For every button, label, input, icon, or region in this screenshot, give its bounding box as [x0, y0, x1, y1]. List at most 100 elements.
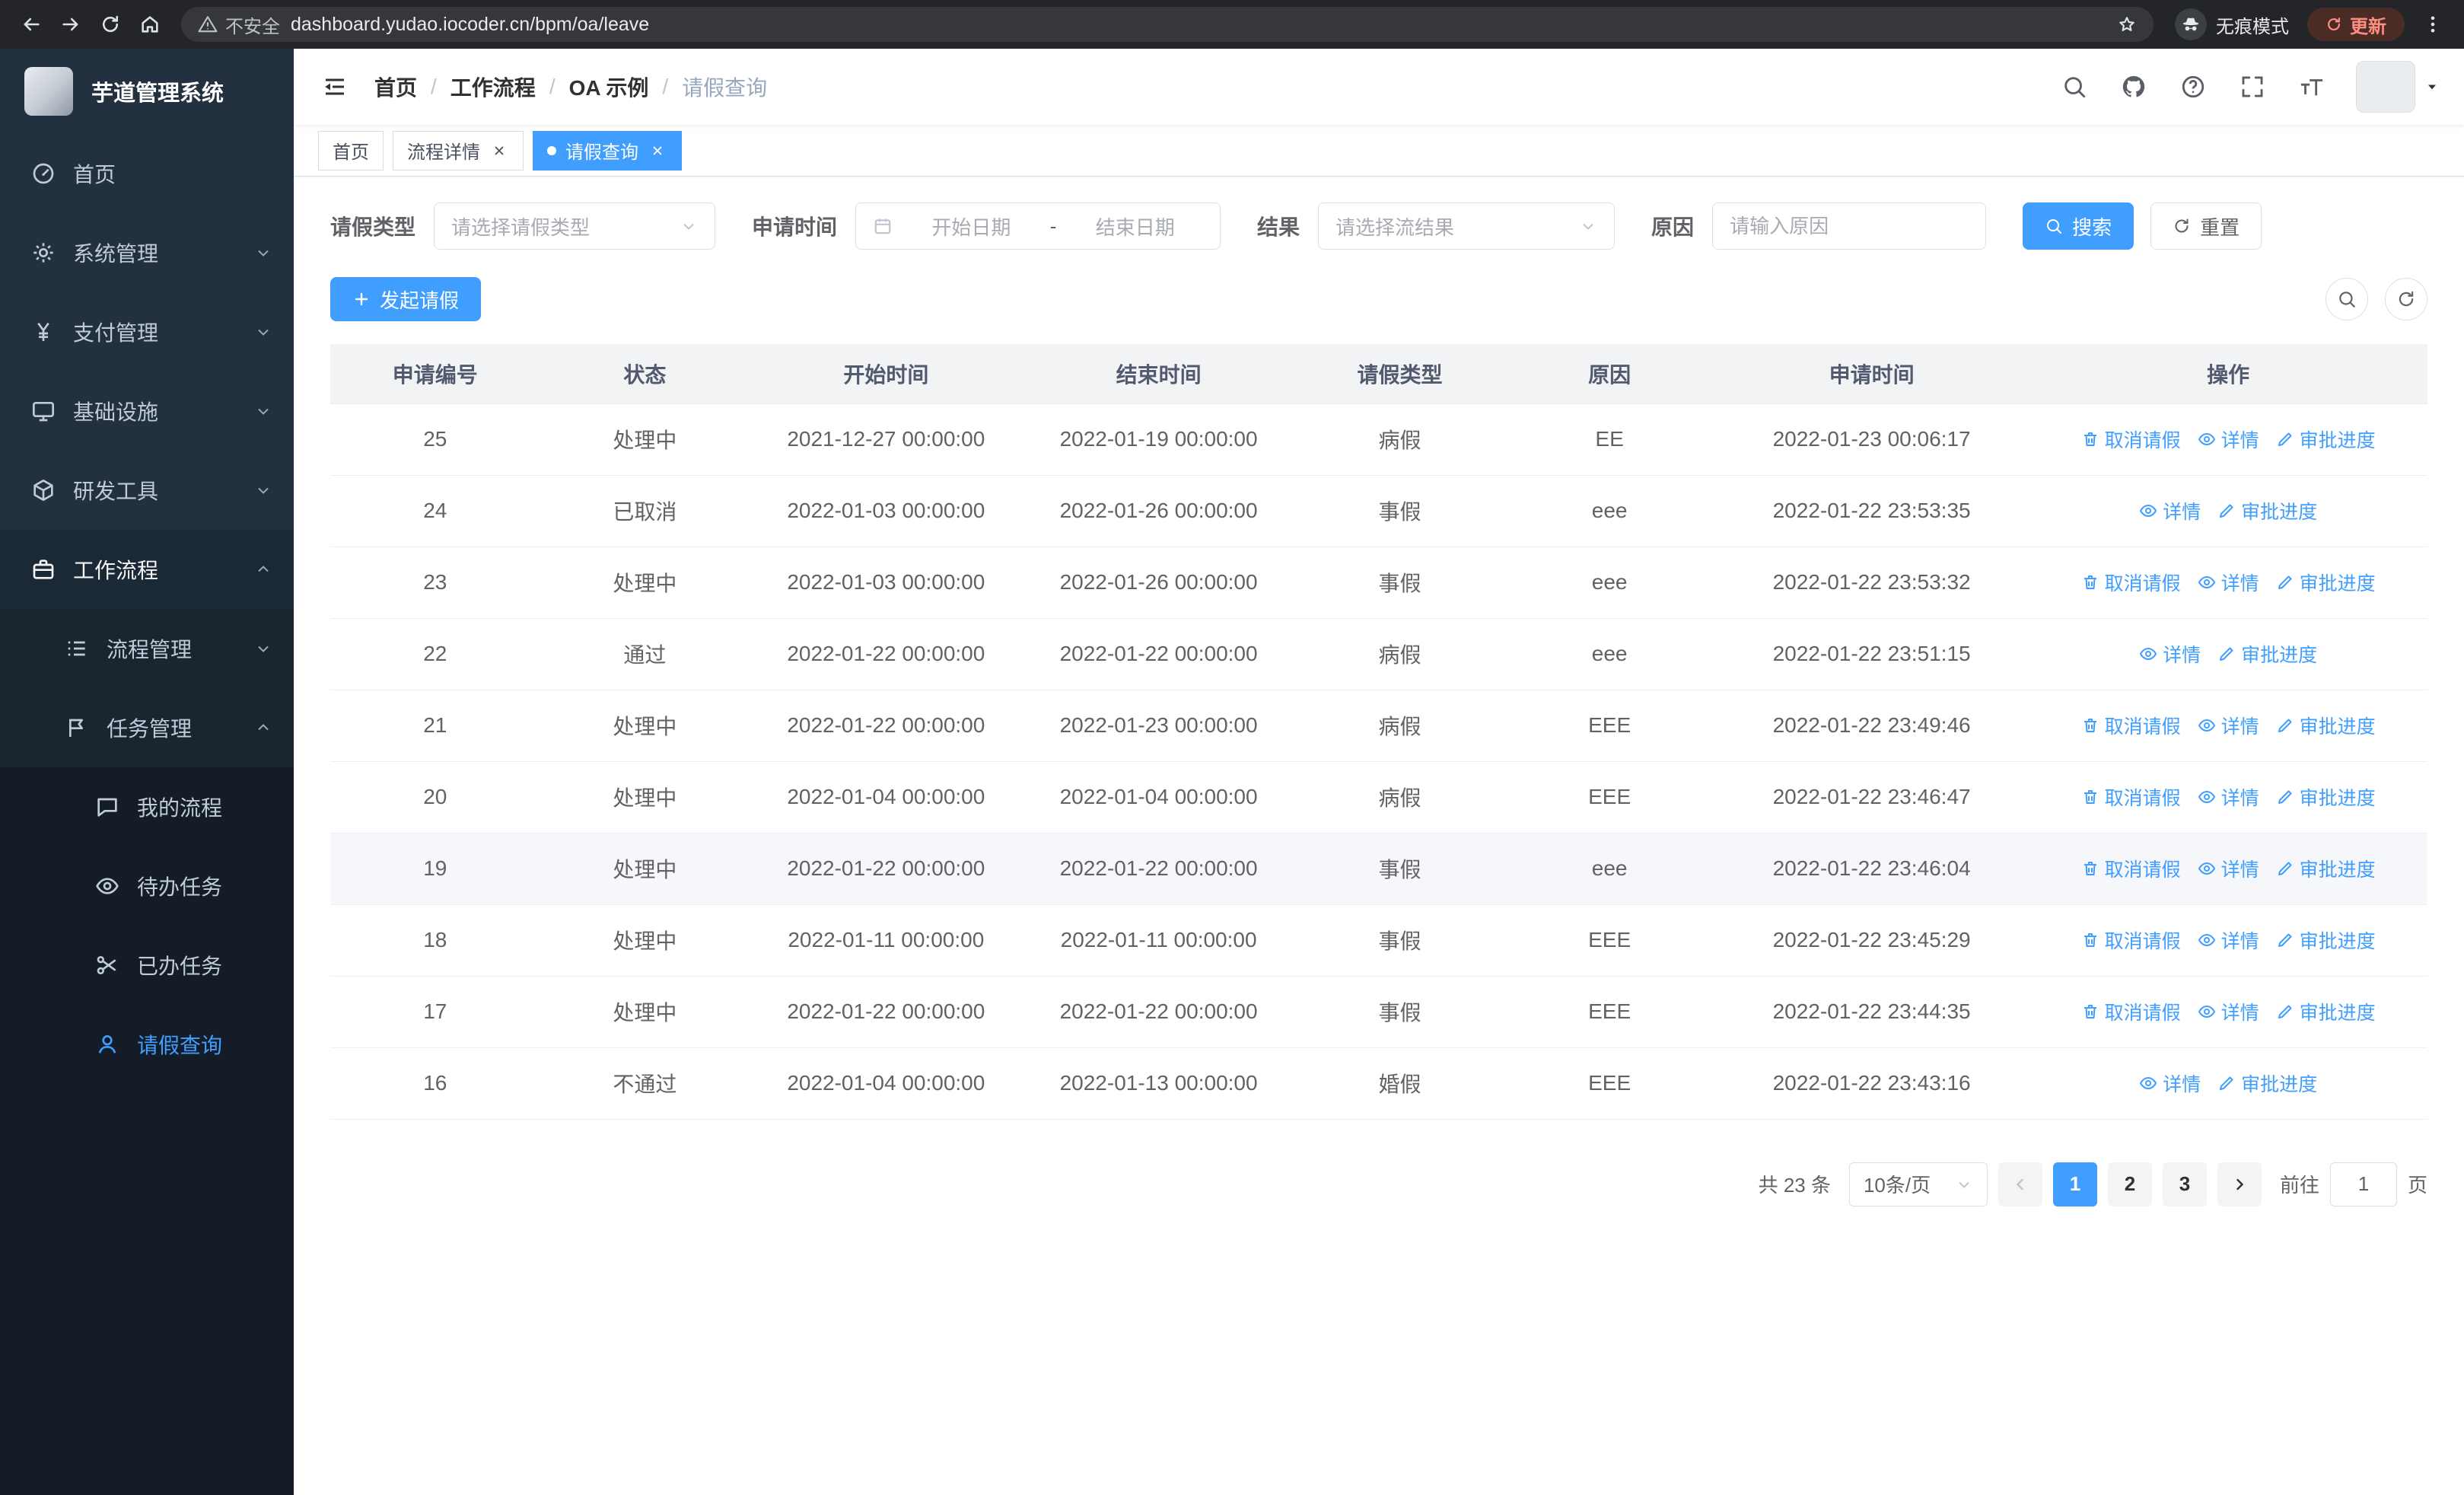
- action-cancel-link[interactable]: 取消请假: [2081, 783, 2181, 811]
- action-progress-link[interactable]: 审批进度: [2276, 426, 2376, 453]
- action-progress-link[interactable]: 审批进度: [2276, 569, 2376, 596]
- github-icon[interactable]: [2119, 72, 2149, 102]
- action-cancel-link[interactable]: 取消请假: [2081, 998, 2181, 1025]
- action-detail-link[interactable]: 详情: [2139, 640, 2201, 668]
- action-progress-link[interactable]: 审批进度: [2276, 783, 2376, 811]
- leave-type-select[interactable]: 请选择请假类型: [434, 202, 716, 250]
- start-date-input[interactable]: 开始日期: [903, 212, 1039, 241]
- prev-page-button[interactable]: [1998, 1162, 2042, 1207]
- fullscreen-icon[interactable]: [2237, 72, 2268, 102]
- sidebar-item-done-tasks[interactable]: 已办任务: [0, 926, 294, 1005]
- sidebar-item-payment[interactable]: 支付管理: [0, 292, 294, 371]
- breadcrumb-item-home[interactable]: 首页: [374, 72, 417, 102]
- monitor-icon: [30, 398, 56, 424]
- action-progress-link[interactable]: 审批进度: [2217, 497, 2317, 524]
- sidebar-item-infrastructure[interactable]: 基础设施: [0, 371, 294, 451]
- view-icon: [2198, 788, 2216, 806]
- action-cancel-link[interactable]: 取消请假: [2081, 712, 2181, 739]
- goto-page-input[interactable]: [2329, 1162, 2397, 1207]
- action-detail-link[interactable]: 详情: [2139, 1069, 2201, 1097]
- action-progress-link[interactable]: 审批进度: [2276, 926, 2376, 954]
- action-cancel-link[interactable]: 取消请假: [2081, 426, 2181, 453]
- sidebar-item-todo-tasks[interactable]: 待办任务: [0, 846, 294, 926]
- user-menu[interactable]: [2356, 61, 2440, 113]
- tag-home[interactable]: 首页: [318, 130, 384, 171]
- plus-icon: [352, 290, 371, 308]
- action-detail-link[interactable]: 详情: [2139, 497, 2201, 524]
- action-detail-link[interactable]: 详情: [2198, 855, 2259, 882]
- cell-reason: eee: [1504, 833, 1714, 905]
- security-status[interactable]: 不安全: [198, 11, 280, 38]
- action-progress-link[interactable]: 审批进度: [2276, 998, 2376, 1025]
- help-icon[interactable]: [2178, 72, 2208, 102]
- forward-icon[interactable]: [53, 7, 88, 42]
- action-detail-link[interactable]: 详情: [2198, 926, 2259, 954]
- result-select[interactable]: 请选择流结果: [1318, 202, 1616, 250]
- sidebar-item-task-mgmt[interactable]: 任务管理: [0, 688, 294, 767]
- toggle-search-button[interactable]: [2326, 278, 2368, 320]
- address-bar[interactable]: 不安全 dashboard.yudao.iocoder.cn/bpm/oa/le…: [181, 7, 2154, 42]
- security-label: 不安全: [225, 16, 280, 37]
- chevron-down-icon: [1955, 1175, 1973, 1194]
- action-detail-link[interactable]: 详情: [2198, 426, 2259, 453]
- sidebar-item-devtools[interactable]: 研发工具: [0, 451, 294, 530]
- end-date-input[interactable]: 结束日期: [1067, 212, 1203, 241]
- date-range-picker[interactable]: 开始日期 - 结束日期: [855, 202, 1221, 250]
- browser-chrome: 不安全 dashboard.yudao.iocoder.cn/bpm/oa/le…: [0, 0, 2464, 49]
- page-button-3[interactable]: 3: [2162, 1162, 2207, 1207]
- page-button-1[interactable]: 1: [2052, 1162, 2097, 1207]
- app-logo[interactable]: 芋道管理系统: [0, 49, 294, 134]
- action-detail-link[interactable]: 详情: [2198, 712, 2259, 739]
- col-status: 状态: [540, 344, 750, 404]
- chevron-down-icon: [254, 481, 272, 499]
- home-icon[interactable]: [132, 7, 167, 42]
- action-detail-link[interactable]: 详情: [2198, 998, 2259, 1025]
- reload-icon[interactable]: [93, 7, 128, 42]
- reason-input[interactable]: [1730, 214, 1969, 238]
- sidebar-item-workflow[interactable]: 工作流程: [0, 530, 294, 609]
- sidebar-item-leave-query[interactable]: 请假查询: [0, 1005, 294, 1084]
- search-button[interactable]: 搜索: [2023, 202, 2135, 250]
- search-icon[interactable]: [2059, 72, 2090, 102]
- create-leave-button[interactable]: 发起请假: [330, 277, 482, 321]
- reset-button[interactable]: 重置: [2150, 202, 2262, 250]
- update-button[interactable]: 更新: [2307, 8, 2405, 41]
- col-end-time: 结束时间: [1022, 344, 1295, 404]
- cell-apply-no: 16: [330, 1047, 540, 1120]
- tag-process-detail[interactable]: 流程详情: [393, 130, 524, 171]
- gear-icon: [30, 240, 56, 266]
- action-progress-link[interactable]: 审批进度: [2276, 712, 2376, 739]
- action-cancel-link[interactable]: 取消请假: [2081, 926, 2181, 954]
- page-button-2[interactable]: 2: [2107, 1162, 2152, 1207]
- action-cancel-link[interactable]: 取消请假: [2081, 855, 2181, 882]
- bookmark-star-icon[interactable]: [2117, 14, 2137, 34]
- font-size-icon[interactable]: [2297, 72, 2327, 102]
- sidebar-item-my-process[interactable]: 我的流程: [0, 767, 294, 846]
- action-progress-link[interactable]: 审批进度: [2217, 1069, 2317, 1097]
- close-icon[interactable]: [489, 141, 509, 161]
- next-page-button[interactable]: [2217, 1162, 2262, 1207]
- tag-leave-query[interactable]: 请假查询: [533, 130, 682, 171]
- back-icon[interactable]: [14, 7, 49, 42]
- apply-time-label: 申请时间: [752, 215, 838, 239]
- cell-end-time: 2022-01-04 00:00:00: [1022, 761, 1295, 834]
- view-icon: [2198, 430, 2216, 448]
- cell-apply-no: 19: [330, 833, 540, 905]
- action-detail-link[interactable]: 详情: [2198, 569, 2259, 596]
- action-cancel-link[interactable]: 取消请假: [2081, 569, 2181, 596]
- breadcrumb-item-workflow[interactable]: 工作流程: [450, 72, 536, 102]
- sidebar-item-home[interactable]: 首页: [0, 134, 294, 213]
- sidebar-fold-icon[interactable]: [318, 70, 352, 104]
- action-progress-link[interactable]: 审批进度: [2276, 855, 2376, 882]
- sidebar-item-system[interactable]: 系统管理: [0, 213, 294, 292]
- incognito-badge: 无痕模式: [2175, 8, 2289, 40]
- action-progress-link[interactable]: 审批进度: [2217, 640, 2317, 668]
- breadcrumb-item-oa-example[interactable]: OA 示例: [569, 72, 649, 102]
- action-detail-link[interactable]: 详情: [2198, 783, 2259, 811]
- sidebar-item-process-mgmt[interactable]: 流程管理: [0, 609, 294, 688]
- close-icon[interactable]: [648, 141, 667, 161]
- browser-menu-icon[interactable]: [2415, 7, 2450, 42]
- cell-actions: 取消请假 详情 审批进度: [2029, 904, 2427, 977]
- refresh-table-button[interactable]: [2385, 278, 2427, 320]
- page-size-select[interactable]: 10条/页: [1848, 1162, 1988, 1207]
